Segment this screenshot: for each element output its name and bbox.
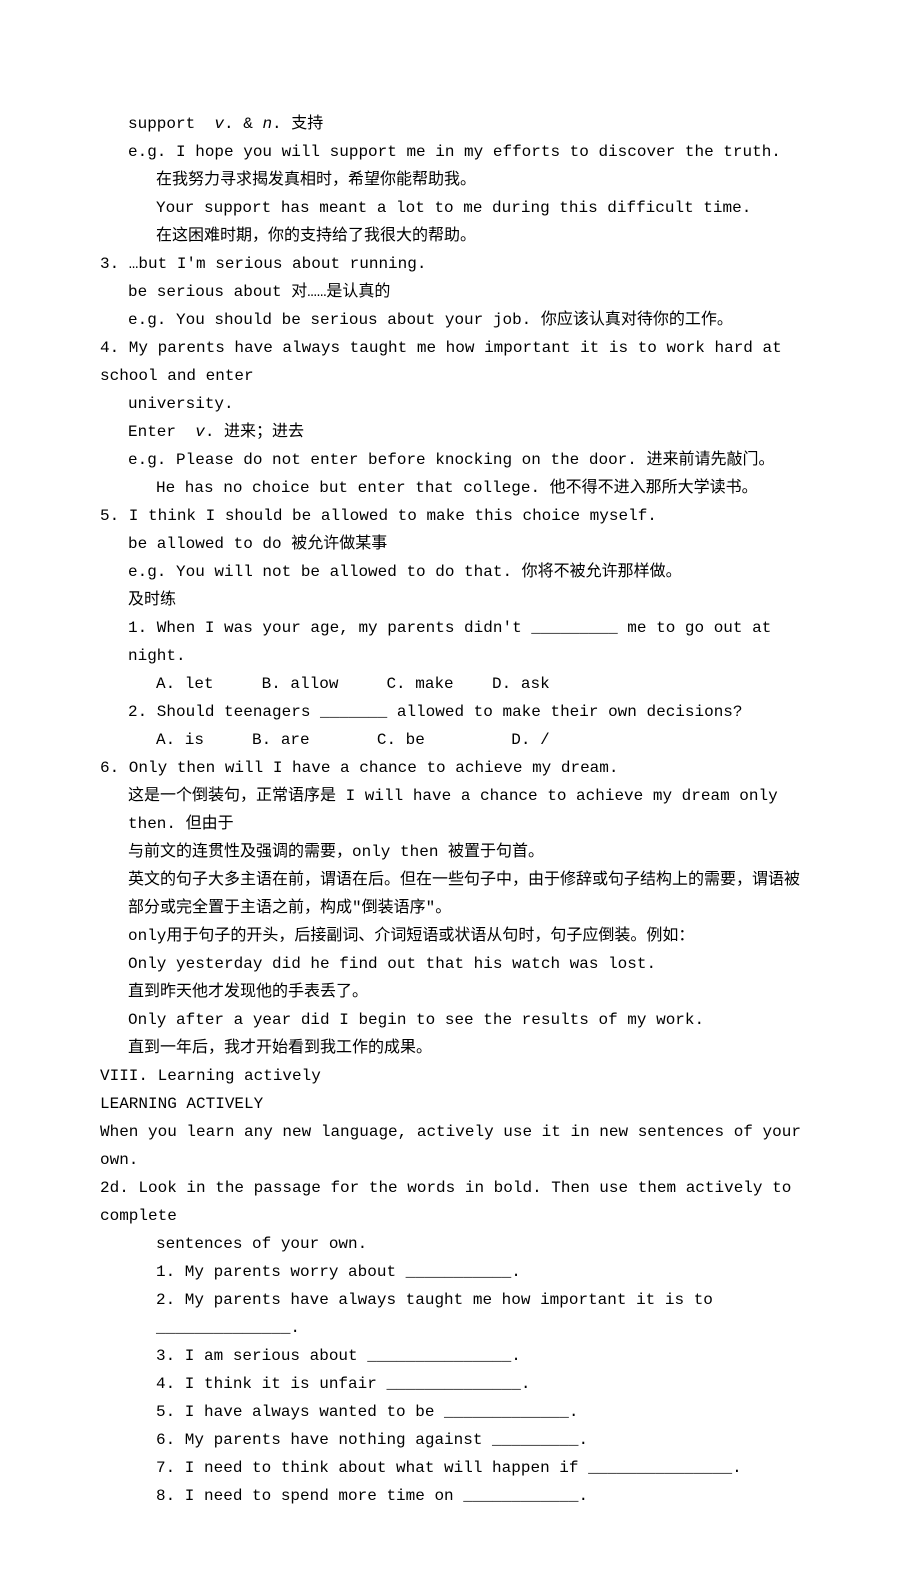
text-line: 5. I think I should be allowed to make t… (100, 502, 820, 530)
text-line: e.g. I hope you will support me in my ef… (100, 138, 820, 166)
text-line: 3. …but I'm serious about running. (100, 250, 820, 278)
text-line: be serious about 对……是认真的 (100, 278, 820, 306)
text-line: 在这困难时期，你的支持给了我很大的帮助。 (100, 222, 820, 250)
text-line: 英文的句子大多主语在前，谓语在后。但在一些句子中，由于修辞或句子结构上的需要，谓… (100, 866, 820, 894)
text-line: 6. Only then will I have a chance to ach… (100, 754, 820, 782)
text-line: e.g. Please do not enter before knocking… (100, 446, 820, 474)
text-line: 2. Should teenagers _______ allowed to m… (100, 698, 820, 726)
text-line: 5. I have always wanted to be __________… (100, 1398, 820, 1426)
text-span: support (128, 115, 214, 133)
text-line: sentences of your own. (100, 1230, 820, 1258)
text-line: 3. I am serious about _______________. (100, 1342, 820, 1370)
text-line: 及时练 (100, 586, 820, 614)
text-line: e.g. You should be serious about your jo… (100, 306, 820, 334)
text-span: . 进来；进去 (205, 423, 304, 441)
text-line: A. is B. are C. be D. / (100, 726, 820, 754)
italic-text: v (214, 115, 224, 133)
text-line: A. let B. allow C. make D. ask (100, 670, 820, 698)
text-line: 直到昨天他才发现他的手表丢了。 (100, 978, 820, 1006)
text-line: Your support has meant a lot to me durin… (100, 194, 820, 222)
text-line: 1. My parents worry about ___________. (100, 1258, 820, 1286)
text-span: Enter (128, 423, 195, 441)
italic-text: n (262, 115, 272, 133)
text-line: LEARNING ACTIVELY (100, 1090, 820, 1118)
text-line: 在我努力寻求揭发真相时，希望你能帮助我。 (100, 166, 820, 194)
text-line: e.g. You will not be allowed to do that.… (100, 558, 820, 586)
text-line: be allowed to do 被允许做某事 (100, 530, 820, 558)
italic-text: v (195, 423, 205, 441)
text-line: 2. My parents have always taught me how … (100, 1286, 820, 1342)
text-line: Enter v. 进来；进去 (100, 418, 820, 446)
text-line: 与前文的连贯性及强调的需要，only then 被置于句首。 (100, 838, 820, 866)
text-line: 直到一年后，我才开始看到我工作的成果。 (100, 1034, 820, 1062)
text-line: When you learn any new language, activel… (100, 1118, 820, 1174)
text-line: 这是一个倒装句，正常语序是 I will have a chance to ac… (100, 782, 820, 838)
text-line: only用于句子的开头，后接副词、介词短语或状语从句时，句子应倒装。例如： (100, 922, 820, 950)
text-line: 部分或完全置于主语之前，构成"倒装语序"。 (100, 894, 820, 922)
text-line: Only yesterday did he find out that his … (100, 950, 820, 978)
text-line: 8. I need to spend more time on ________… (100, 1482, 820, 1510)
text-line: VIII. Learning actively (100, 1062, 820, 1090)
text-line: He has no choice but enter that college.… (100, 474, 820, 502)
text-line: Only after a year did I begin to see the… (100, 1006, 820, 1034)
text-line: 4. I think it is unfair ______________. (100, 1370, 820, 1398)
text-span: . & (224, 115, 262, 133)
text-line: 7. I need to think about what will happe… (100, 1454, 820, 1482)
text-line: 6. My parents have nothing against _____… (100, 1426, 820, 1454)
document-page: support v. & n. 支持e.g. I hope you will s… (0, 0, 920, 1570)
text-line: university. (100, 390, 820, 418)
text-line: 4. My parents have always taught me how … (100, 334, 820, 390)
text-line: 2d. Look in the passage for the words in… (100, 1174, 820, 1230)
text-line: 1. When I was your age, my parents didn'… (100, 614, 820, 670)
text-line: support v. & n. 支持 (100, 110, 820, 138)
text-span: . 支持 (272, 115, 323, 133)
